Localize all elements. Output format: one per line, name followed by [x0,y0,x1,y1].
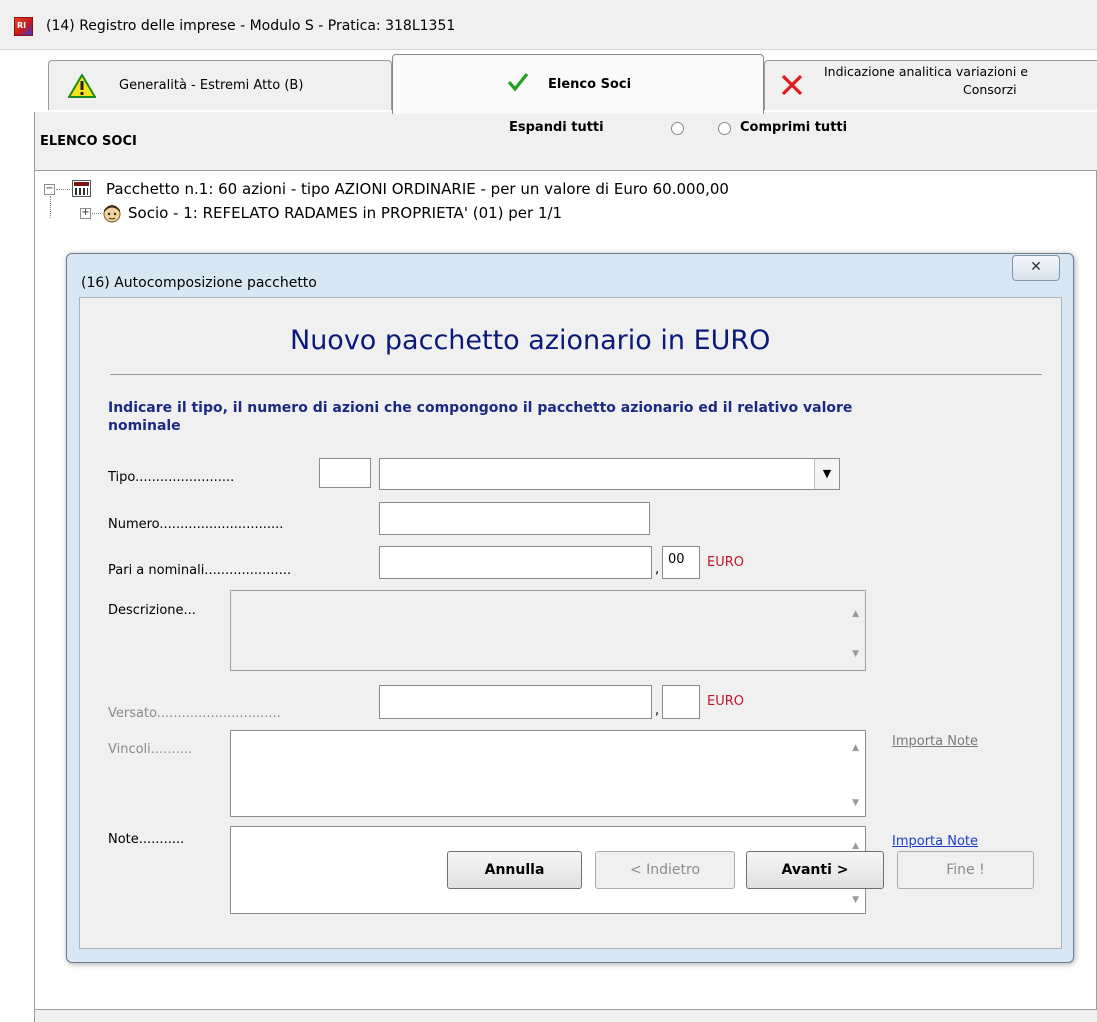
tab-generalita-label: Generalità - Estremi Atto (B) [119,78,304,93]
calendar-package-icon [72,180,91,197]
versato-currency: EURO [707,694,744,709]
tree-connector-vertical [50,196,51,218]
instructions-text: Indicare il tipo, il numero di azioni ch… [108,400,853,434]
tab-elenco-soci-label: Elenco Soci [548,77,632,92]
nominali-decimal-input[interactable]: 00 [662,546,700,579]
expand-all-label: Espandi tutti [509,120,604,135]
versato-integer-input[interactable] [379,685,652,719]
close-button[interactable]: ✕ [1012,255,1060,281]
scroll-down-icon[interactable]: ▼ [852,895,859,905]
numero-label: Numero.............................. [108,517,284,532]
tipo-select[interactable]: ▼ [379,458,840,490]
scroll-down-icon[interactable]: ▼ [852,798,859,808]
red-cross-icon [781,74,803,96]
note-importa-note-link[interactable]: Importa Note [892,834,978,849]
collapse-all-label: Comprimi tutti [740,120,848,135]
versato-label: Versato.............................. [108,706,281,721]
versato-decimal-input[interactable] [662,685,700,719]
tree-connector [92,213,101,214]
chevron-down-icon[interactable]: ▼ [814,459,839,489]
vincoli-importa-note-link[interactable]: Importa Note [892,734,978,749]
nominali-integer-input[interactable] [379,546,652,579]
section-title: ELENCO SOCI [40,134,137,149]
vincoli-label: Vincoli.......... [108,742,193,757]
registro-app-icon[interactable]: RI [14,17,33,36]
collapse-all-radio[interactable] [718,122,731,135]
tipo-label: Tipo........................ [108,470,235,485]
person-face-icon [103,205,121,223]
avanti-button[interactable]: Avanti > [746,851,884,889]
tree-item-socio[interactable]: Socio - 1: REFELATO RADAMES in PROPRIETA… [128,204,562,222]
descrizione-textarea[interactable]: ▲ ▼ [230,590,866,671]
window-title: (14) Registro delle imprese - Modulo S -… [46,18,456,34]
descrizione-label: Descrizione... [108,603,196,618]
annulla-button[interactable]: Annulla [447,851,582,889]
tab-generalita[interactable]: Generalità - Estremi Atto (B) [48,60,392,110]
tab-indicazione-variazioni[interactable]: Indicazione analitica variazioni e Conso… [764,60,1097,110]
warning-triangle-icon [68,74,96,98]
dialog-title: (16) Autocomposizione pacchetto [81,275,317,291]
tree-connector [56,189,70,190]
nominali-currency: EURO [707,555,744,570]
indietro-button[interactable]: < Indietro [595,851,735,889]
dialog-heading: Nuovo pacchetto azionario in EURO [290,325,771,356]
green-checkmark-icon [507,73,529,92]
versato-comma: , [655,703,660,718]
vincoli-textarea[interactable]: ▲ ▼ [230,730,866,817]
socio-expand-toggle[interactable]: + [80,208,91,219]
tipo-code-input[interactable] [319,458,371,488]
heading-divider [110,374,1042,375]
tree-item-package[interactable]: Pacchetto n.1: 60 azioni - tipo AZIONI O… [106,180,729,198]
scroll-up-icon[interactable]: ▲ [852,743,859,753]
fine-button[interactable]: Fine ! [897,851,1034,889]
tab-indicazione-label-line1: Indicazione analitica variazioni e [824,64,1028,79]
nominali-label: Pari a nominali..................... [108,563,292,578]
tab-indicazione-label-line2: Consorzi [963,82,1017,97]
scroll-down-icon[interactable]: ▼ [852,649,859,659]
note-label: Note........... [108,832,185,847]
scroll-up-icon[interactable]: ▲ [852,609,859,619]
numero-input[interactable] [379,502,650,535]
scroll-up-icon[interactable]: ▲ [852,841,859,851]
close-icon: ✕ [1030,259,1042,275]
nominali-comma: , [655,562,660,577]
expand-all-radio[interactable] [671,122,684,135]
package-collapse-toggle[interactable]: − [44,184,55,195]
tab-elenco-soci[interactable]: Elenco Soci [392,54,764,114]
